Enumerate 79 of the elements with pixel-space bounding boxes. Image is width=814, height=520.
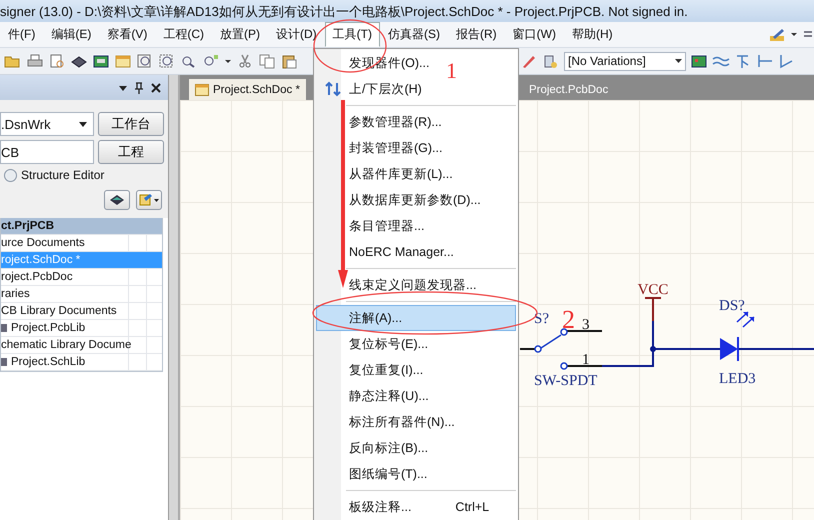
- menu-item[interactable]: 静态注释(U)...: [316, 383, 430, 409]
- menu-item[interactable]: 件(F): [0, 22, 44, 47]
- menu-item[interactable]: 报告(R): [448, 22, 505, 47]
- printer-icon[interactable]: [26, 53, 44, 69]
- tree-item[interactable]: raries: [1, 286, 162, 303]
- menu-item[interactable]: 从数据库更新参数(D)...: [316, 187, 482, 213]
- menu-item[interactable]: 参数管理器(R)...: [316, 109, 443, 135]
- board-icon[interactable]: [92, 53, 110, 69]
- library-icon: [1, 323, 8, 333]
- menu-item[interactable]: 线束定义问题发现器...: [316, 272, 478, 298]
- document-tab[interactable]: Project.SchDoc *: [188, 78, 307, 100]
- workspace-button[interactable]: 工作台: [98, 112, 164, 136]
- radio-button[interactable]: [4, 168, 17, 182]
- radio-label: Structure Editor: [21, 168, 104, 182]
- paste-icon[interactable]: [280, 53, 298, 69]
- compile-button[interactable]: [104, 190, 130, 210]
- tree-item[interactable]: ct.PrjPCB: [1, 218, 162, 235]
- menu-item[interactable]: 仿真器(S): [380, 22, 448, 47]
- switch-symbol: [534, 328, 568, 370]
- menu-item[interactable]: 标注所有器件(N)...: [316, 409, 456, 435]
- document-menu-button[interactable]: [136, 190, 162, 210]
- caret-icon: [79, 122, 87, 126]
- ruler-pencil-icon[interactable]: [768, 26, 786, 42]
- pin-number: 1: [582, 352, 590, 368]
- library-icon: [1, 357, 8, 367]
- copy-icon[interactable]: [258, 53, 276, 69]
- caret-icon: [675, 58, 682, 64]
- tree-item[interactable]: urce Documents: [1, 235, 162, 252]
- menu-item[interactable]: 从器件库更新(L)...: [316, 161, 454, 187]
- menu-item[interactable]: 发现器件(O)...: [316, 50, 430, 76]
- schematic-document-icon: [195, 84, 209, 96]
- power-port-label: VCC: [638, 282, 668, 298]
- menu-item[interactable]: 条目管理器...: [316, 213, 426, 239]
- menu-item[interactable]: 设计(D): [268, 22, 325, 47]
- board-icon[interactable]: [690, 53, 708, 69]
- pencil-icon[interactable]: [520, 53, 538, 69]
- project-button[interactable]: 工程: [98, 140, 164, 164]
- tree-item[interactable]: CB Library Documents: [1, 303, 162, 320]
- tree-item[interactable]: roject.PcbDoc: [1, 269, 162, 286]
- menu-item[interactable]: 工具(T): [324, 22, 380, 47]
- annotation-number: 2: [562, 305, 575, 334]
- component-comment: SW-SPDT: [534, 373, 598, 389]
- pin-icon[interactable]: [133, 82, 145, 94]
- menu-item[interactable]: 复位标号(E)...: [316, 331, 430, 357]
- menu-item[interactable]: 帮助(H): [564, 22, 621, 47]
- workspace-dropdown[interactable]: .DsnWrk: [0, 112, 94, 136]
- project-field[interactable]: CB: [0, 140, 94, 164]
- chip-icon: [109, 193, 125, 207]
- parts-icon[interactable]: [542, 53, 560, 69]
- tree-item[interactable]: Project.PcbLib: [1, 320, 162, 337]
- power-port-symbol: [644, 297, 662, 322]
- print-preview-icon[interactable]: [48, 53, 66, 69]
- variations-dropdown[interactable]: [No Variations]: [564, 52, 686, 70]
- menu-item[interactable]: 窗口(W): [504, 22, 564, 47]
- net-label-icon[interactable]: [756, 53, 774, 69]
- component-designator: S?: [534, 311, 549, 327]
- component-designator: DS?: [719, 298, 745, 314]
- menu-item[interactable]: 编辑(E): [43, 22, 100, 47]
- menu-item[interactable]: NoERC Manager...: [316, 239, 455, 265]
- document-pen-icon: [139, 193, 159, 207]
- menu-item[interactable]: 工程(C): [155, 22, 212, 47]
- pin-number: 3: [582, 317, 590, 333]
- close-icon[interactable]: [150, 82, 162, 94]
- menu-item[interactable]: 封装管理器(G)...: [316, 135, 444, 161]
- annotation-number: 1: [446, 58, 457, 83]
- menu-item[interactable]: 上/下层次(H): [316, 76, 423, 102]
- menu-item[interactable]: 注解(A)...: [316, 305, 516, 331]
- menu-item[interactable]: 板级注释... Ctrl+L: [316, 494, 496, 520]
- menu-item[interactable]: 图纸编号(T)...: [316, 461, 428, 487]
- tree-item[interactable]: Project.SchLib: [1, 354, 162, 371]
- junction-dot: [650, 346, 656, 352]
- menu-item[interactable]: 反向标注(B)...: [316, 435, 430, 461]
- tree-item[interactable]: chematic Library Docume: [1, 337, 162, 354]
- window-title: signer (13.0) - D:\资料\文章\详解AD13如何从无到有设计出一个电路板\Project.SchDoc * - Project.PrjPCB. Not signed in.: [0, 0, 814, 22]
- led-symbol: [720, 311, 755, 361]
- menu-item[interactable]: 复位重复(I)...: [316, 357, 424, 383]
- menu-item[interactable]: 察看(V): [99, 22, 156, 47]
- menu-item[interactable]: 放置(P): [212, 22, 268, 47]
- component-comment: LED3: [719, 371, 756, 387]
